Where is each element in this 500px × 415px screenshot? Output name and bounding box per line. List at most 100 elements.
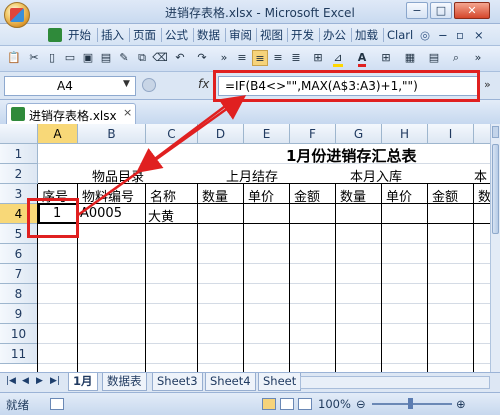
column-header-f[interactable]: F bbox=[290, 124, 336, 144]
ribbon-minimize-icon[interactable]: − bbox=[438, 27, 448, 43]
menu-formulas[interactable]: 公式 bbox=[165, 27, 188, 43]
cut-icon[interactable]: ✂ bbox=[26, 50, 42, 66]
new-icon[interactable]: ▯ bbox=[44, 50, 60, 66]
row-header-11[interactable]: 11 bbox=[0, 344, 38, 364]
sheet-tab-5[interactable]: Sheet bbox=[258, 373, 302, 391]
ribbon-restore-icon[interactable]: ▫ bbox=[456, 27, 464, 43]
select-all-corner[interactable] bbox=[0, 124, 38, 144]
borders-icon[interactable]: ⊞ bbox=[378, 50, 394, 66]
function-icon[interactable]: fx bbox=[198, 77, 209, 91]
sub-header-8: 金额 bbox=[432, 190, 459, 205]
row-gridline bbox=[38, 223, 490, 224]
font-color-icon[interactable]: A bbox=[354, 50, 370, 67]
column-header-h[interactable]: H bbox=[382, 124, 428, 144]
page-break-view-icon[interactable] bbox=[298, 398, 312, 410]
next-sheet-icon[interactable]: ▶ bbox=[36, 376, 43, 386]
row-header-6[interactable]: 6 bbox=[0, 244, 38, 264]
column-header-d[interactable]: D bbox=[198, 124, 244, 144]
justify-icon[interactable]: ≣ bbox=[288, 50, 304, 66]
menu-addins[interactable]: 加载 bbox=[355, 27, 378, 43]
status-bar: 就绪 100% ⊖ ⊕ bbox=[0, 392, 500, 415]
sheet-tab-jan[interactable]: 1月 bbox=[68, 373, 98, 391]
format-painter-icon[interactable]: ✎ bbox=[116, 50, 132, 66]
row-header-1[interactable]: 1 bbox=[0, 144, 38, 164]
zoom-out-icon[interactable]: ⊖ bbox=[356, 397, 366, 411]
menu-developer[interactable]: 开发 bbox=[291, 27, 314, 43]
first-sheet-icon[interactable]: |◀ bbox=[6, 376, 16, 386]
vertical-scrollbar[interactable] bbox=[490, 124, 500, 372]
sheet-tab-4[interactable]: Sheet4 bbox=[205, 373, 256, 391]
close-tab-icon[interactable]: × bbox=[123, 106, 132, 119]
align-left-icon[interactable]: ≡ bbox=[234, 50, 250, 66]
undo-icon[interactable]: ↶ bbox=[172, 50, 188, 66]
office-button[interactable] bbox=[4, 2, 30, 28]
toolbar-more-icon[interactable]: » bbox=[216, 50, 232, 66]
close-button[interactable]: ✕ bbox=[454, 2, 490, 19]
menu-view[interactable]: 视图 bbox=[260, 27, 283, 43]
macro-record-icon[interactable] bbox=[50, 398, 64, 410]
chart-icon[interactable]: ▦ bbox=[402, 50, 418, 66]
toolbar-overflow-icon[interactable]: » bbox=[470, 50, 486, 66]
help-icon[interactable]: ◎ bbox=[420, 27, 430, 43]
scroll-up-icon[interactable] bbox=[492, 126, 499, 138]
column-header-c[interactable]: C bbox=[146, 124, 198, 144]
column-header-i[interactable]: I bbox=[428, 124, 474, 144]
column-gridline bbox=[381, 184, 382, 372]
redo-icon[interactable]: ↷ bbox=[194, 50, 210, 66]
menu-page[interactable]: 页面 bbox=[133, 27, 156, 43]
cell-c4[interactable]: 大黄 bbox=[148, 206, 174, 225]
row-header-8[interactable]: 8 bbox=[0, 284, 38, 304]
spreadsheet-grid[interactable]: ABCDEFGHIJ12345678910111月份进销存汇总表物品目录上月结存… bbox=[0, 124, 490, 372]
paste-icon[interactable]: 📋 bbox=[6, 50, 22, 66]
save-icon[interactable]: ▣ bbox=[80, 50, 96, 66]
menu-insert[interactable]: 插入 bbox=[101, 27, 124, 43]
expand-formula-icon[interactable]: » bbox=[484, 78, 491, 91]
workbook-tab[interactable]: 进销存表格.xlsx × bbox=[6, 103, 136, 124]
normal-view-icon[interactable] bbox=[262, 398, 276, 410]
row-header-7[interactable]: 7 bbox=[0, 264, 38, 284]
scroll-thumb[interactable] bbox=[492, 144, 499, 234]
print-icon[interactable]: ▤ bbox=[98, 50, 114, 66]
column-header-j[interactable]: J bbox=[474, 124, 490, 144]
column-header-a[interactable]: A bbox=[38, 124, 78, 144]
row-header-10[interactable]: 10 bbox=[0, 324, 38, 344]
menu-office[interactable]: 办公 bbox=[323, 27, 346, 43]
align-center-icon[interactable]: ≡ bbox=[252, 50, 268, 66]
last-sheet-icon[interactable]: ▶| bbox=[50, 376, 60, 386]
column-header-b[interactable]: B bbox=[78, 124, 146, 144]
prev-sheet-icon[interactable]: ◀ bbox=[22, 376, 29, 386]
open-icon[interactable]: ▭ bbox=[62, 50, 78, 66]
search-icon[interactable]: ⌕ bbox=[448, 50, 464, 66]
align-right-icon[interactable]: ≡ bbox=[270, 50, 286, 66]
zoom-level[interactable]: 100% bbox=[318, 397, 351, 411]
row-header-9[interactable]: 9 bbox=[0, 304, 38, 324]
fill-color-icon[interactable]: ⊿ bbox=[330, 50, 346, 67]
maximize-button[interactable]: □ bbox=[430, 2, 452, 19]
zoom-slider-thumb[interactable] bbox=[408, 398, 413, 409]
chevron-down-icon[interactable]: ▼ bbox=[123, 79, 130, 89]
column-header-g[interactable]: G bbox=[336, 124, 382, 144]
horizontal-scrollbar[interactable] bbox=[300, 376, 490, 389]
status-ready: 就绪 bbox=[6, 398, 29, 412]
menu-review[interactable]: 审阅 bbox=[229, 27, 252, 43]
merge-icon[interactable]: ⊞ bbox=[310, 50, 326, 66]
copy-icon[interactable]: ⧉ bbox=[134, 50, 150, 66]
minimize-button[interactable]: − bbox=[406, 2, 428, 19]
workbook-tab-bar: 进销存表格.xlsx × bbox=[0, 100, 500, 124]
row-gridline bbox=[38, 163, 490, 164]
sheet-tab-3[interactable]: Sheet3 bbox=[152, 373, 203, 391]
menu-clarl[interactable]: Clarl bbox=[387, 27, 413, 43]
sheet-tab-data[interactable]: 数据表 bbox=[102, 373, 147, 391]
menu-data[interactable]: 数据 bbox=[197, 27, 220, 43]
ribbon-close-icon[interactable]: × bbox=[474, 27, 484, 43]
menu-home[interactable]: 开始 bbox=[68, 27, 91, 43]
row-header-2[interactable]: 2 bbox=[0, 164, 38, 184]
page-layout-view-icon[interactable] bbox=[280, 398, 294, 410]
name-box[interactable]: A4 ▼ bbox=[4, 76, 136, 96]
name-box-splitter-icon[interactable] bbox=[142, 78, 156, 92]
zoom-in-icon[interactable]: ⊕ bbox=[456, 397, 466, 411]
cell-b4[interactable]: A0005 bbox=[80, 206, 122, 221]
clear-icon[interactable]: ⌫ bbox=[152, 50, 168, 66]
column-header-e[interactable]: E bbox=[244, 124, 290, 144]
sheet-icon[interactable]: ▤ bbox=[426, 50, 442, 66]
